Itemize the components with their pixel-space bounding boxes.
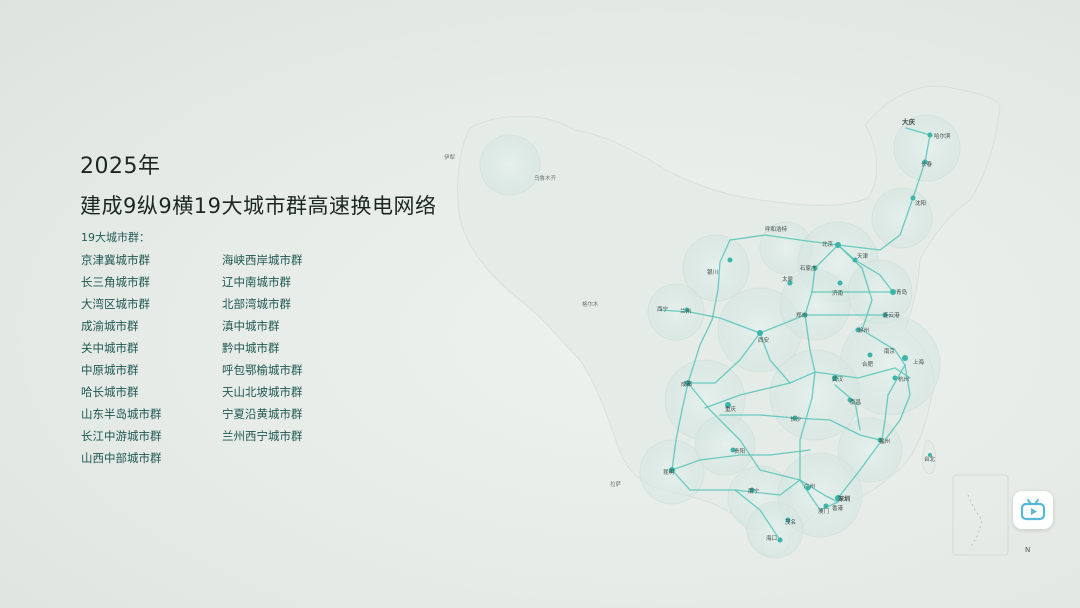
cluster-item: 天山北坡城市群 xyxy=(222,385,303,399)
city-node xyxy=(777,537,783,543)
city-label: 石家庄 xyxy=(800,264,817,272)
city-label: 南昌 xyxy=(850,398,861,406)
city-label: 成都 xyxy=(681,380,693,388)
cluster-list-heading: 19大城市群： xyxy=(81,231,150,244)
city-label: 西宁 xyxy=(657,305,669,313)
south-china-sea-inset xyxy=(952,474,1009,556)
cluster-item: 大湾区城市群 xyxy=(81,297,150,311)
city-label: 广州 xyxy=(804,482,815,490)
city-label: 乌鲁木齐 xyxy=(534,174,557,182)
cluster-item: 滇中城市群 xyxy=(222,319,280,333)
city-node xyxy=(727,257,733,263)
compass-north-label: N xyxy=(1025,546,1030,554)
city-label: 大庆 xyxy=(902,117,916,126)
city-node xyxy=(927,132,933,138)
city-label: 哈尔滨 xyxy=(934,132,951,140)
city-label: 海口 xyxy=(766,534,777,542)
china-map: 大庆 哈尔滨 长春 沈阳 呼和浩特 北京 天津 石家庄 银川 太原 济南 青岛 … xyxy=(444,85,1030,559)
city-label: 上海 xyxy=(913,358,925,366)
city-label: 伊犁 xyxy=(444,153,456,161)
city-label: 长春 xyxy=(921,160,933,168)
inset-dotted-line xyxy=(967,494,983,549)
city-label: 青岛 xyxy=(896,288,908,296)
cluster-item: 宁夏沿黄城市群 xyxy=(222,407,303,421)
cluster-item: 长江中游城市群 xyxy=(81,429,162,443)
cluster-circle xyxy=(746,501,804,559)
city-label: 武汉 xyxy=(832,375,844,383)
city-label: 台北 xyxy=(924,455,936,463)
cluster-item: 中原城市群 xyxy=(81,363,139,377)
city-label: 拉萨 xyxy=(610,480,622,488)
city-node xyxy=(757,330,763,336)
city-label: 香港 xyxy=(832,504,844,512)
city-node xyxy=(902,355,908,361)
cluster-circle xyxy=(694,414,756,476)
cluster-item: 呼包鄂榆城市群 xyxy=(222,363,303,377)
cluster-item: 海峡西岸城市群 xyxy=(222,253,303,267)
city-label: 太原 xyxy=(782,275,794,283)
city-label: 兰州 xyxy=(680,307,691,315)
tv-icon xyxy=(1020,499,1046,521)
cluster-item: 成渝城市群 xyxy=(81,319,139,333)
city-label: 澳门 xyxy=(818,507,829,515)
city-label: 呼和浩特 xyxy=(765,225,788,233)
city-label: 格尔木 xyxy=(582,300,599,308)
cluster-item: 黔中城市群 xyxy=(222,341,280,355)
city-label: 北京 xyxy=(822,240,834,248)
city-label: 南宁 xyxy=(748,487,760,495)
city-label: 重庆 xyxy=(725,405,737,413)
city-label: 茂名 xyxy=(785,518,796,526)
city-label: 昆明 xyxy=(663,469,675,476)
bilibili-tv-icon[interactable] xyxy=(1013,491,1053,529)
city-label: 郑州 xyxy=(796,311,807,319)
city-node xyxy=(892,375,898,381)
city-label: 长沙 xyxy=(790,415,802,423)
city-label: 徐州 xyxy=(858,326,869,334)
cluster-list-column-2: 海峡西岸城市群 辽中南城市群 北部湾城市群 滇中城市群 黔中城市群 呼包鄂榆城市… xyxy=(222,249,303,447)
headline-year: 2025年 xyxy=(80,154,161,179)
headline: 2025年 建成9纵9横19大城市群高速换电网络 xyxy=(80,148,436,220)
cluster-item: 山西中部城市群 xyxy=(81,451,162,465)
cluster-circle xyxy=(871,187,933,249)
cluster-item: 京津冀城市群 xyxy=(81,253,150,267)
cluster-list-column-1: 京津冀城市群 长三角城市群 大湾区城市群 成渝城市群 关中城市群 中原城市群 哈… xyxy=(81,249,162,469)
city-node xyxy=(837,280,843,286)
cluster-item: 辽中南城市群 xyxy=(222,275,291,289)
cluster-circle xyxy=(479,134,541,196)
city-node xyxy=(835,242,841,248)
city-node xyxy=(867,352,873,358)
city-label: 深圳 xyxy=(838,495,850,503)
cluster-item: 山东半岛城市群 xyxy=(81,407,162,421)
city-label: 南京 xyxy=(884,347,896,355)
cluster-item: 兰州西宁城市群 xyxy=(222,429,303,443)
city-label: 银川 xyxy=(707,268,718,276)
city-label: 天津 xyxy=(857,253,869,260)
city-label: 济南 xyxy=(832,289,844,297)
cluster-item: 关中城市群 xyxy=(81,341,139,355)
cluster-item: 哈长城市群 xyxy=(81,385,139,399)
city-node xyxy=(823,503,829,509)
city-label: 合肥 xyxy=(862,360,874,368)
cluster-item: 北部湾城市群 xyxy=(222,297,291,311)
city-label: 西安 xyxy=(758,336,770,344)
city-node xyxy=(910,195,916,201)
city-label: 沈阳 xyxy=(915,199,926,207)
city-label: 福州 xyxy=(879,437,890,445)
city-label: 贵阳 xyxy=(734,447,745,455)
city-label: 杭州 xyxy=(898,375,909,383)
headline-subtitle: 建成9纵9横19大城市群高速换电网络 xyxy=(80,194,437,218)
cluster-item: 长三角城市群 xyxy=(81,275,150,289)
city-label: 连云港 xyxy=(883,311,900,319)
